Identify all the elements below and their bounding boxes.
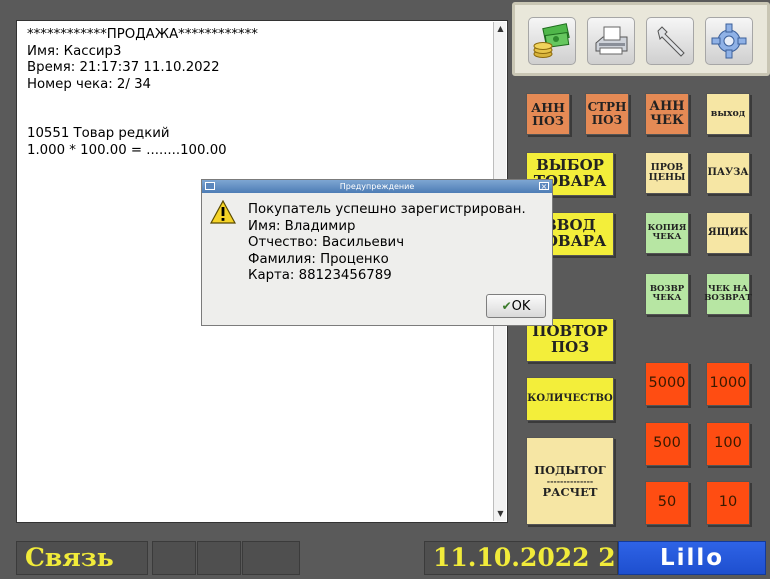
ann-poz-button[interactable]: АНН ПОЗ (526, 93, 570, 135)
date-display: 11.10.2022 2 (424, 541, 618, 575)
drawer-button[interactable]: ЯЩИК (706, 212, 750, 254)
denom-1000-button[interactable]: 1000 (706, 362, 750, 406)
strn-poz-button[interactable]: СТРН ПОЗ (585, 93, 629, 135)
denom-500-button[interactable]: 500 (645, 422, 689, 466)
receipt-text: ************ПРОДАЖА************ Имя: Кас… (27, 27, 258, 158)
money-icon[interactable] (528, 17, 576, 65)
scroll-down-arrow-icon[interactable]: ▼ (494, 507, 507, 521)
subtotal-calc-button[interactable]: ПОДЫТОГ -------------- РАСЧЕТ (526, 437, 614, 525)
scroll-up-arrow-icon[interactable]: ▲ (494, 22, 507, 36)
dialog-message: Покупатель успешно зарегистрирован. Имя:… (248, 202, 526, 283)
subtotal-label: ПОДЫТОГ (534, 462, 606, 477)
quantity-button[interactable]: КОЛИЧЕСТВО (526, 377, 614, 421)
exit-button[interactable]: выход (706, 93, 750, 135)
ok-button[interactable]: ✔OK (486, 294, 546, 318)
gear-icon[interactable] (705, 17, 753, 65)
copy-check-button[interactable]: КОПИЯ ЧЕКА (645, 212, 689, 254)
calc-label: РАСЧЕТ (542, 485, 598, 499)
status-slot (197, 541, 241, 575)
toolbar-icon-panel (512, 2, 770, 76)
check-price-button[interactable]: ПРОВ ЦЕНЫ (645, 152, 689, 194)
check-return-button[interactable]: ЧЕК НА ВОЗВРАТ (704, 273, 752, 315)
connection-status: Связь (16, 541, 148, 575)
dialog-title: Предупреждение (202, 180, 552, 193)
denom-50-button[interactable]: 50 (645, 481, 689, 525)
warning-icon (209, 199, 237, 224)
checkmark-icon: ✔ (501, 299, 512, 313)
pause-button[interactable]: ПАУЗА (706, 152, 750, 194)
denom-10-button[interactable]: 10 (706, 481, 750, 525)
status-slot (242, 541, 300, 575)
lillo-logo: Lillo (618, 541, 766, 575)
ok-label: OK (511, 299, 531, 314)
dialog-minimize-button[interactable] (205, 182, 215, 190)
warning-dialog: Предупреждение × Покупатель успешно заре… (201, 179, 553, 326)
denom-5000-button[interactable]: 5000 (645, 362, 689, 406)
printer-icon[interactable] (587, 17, 635, 65)
return-check-button[interactable]: ВОЗВР ЧЕКА (645, 273, 689, 315)
status-slot (152, 541, 196, 575)
denom-100-button[interactable]: 100 (706, 422, 750, 466)
ann-chek-button[interactable]: АНН ЧЕК (645, 93, 689, 135)
dialog-close-button[interactable]: × (539, 182, 549, 191)
wrench-icon[interactable] (646, 17, 694, 65)
